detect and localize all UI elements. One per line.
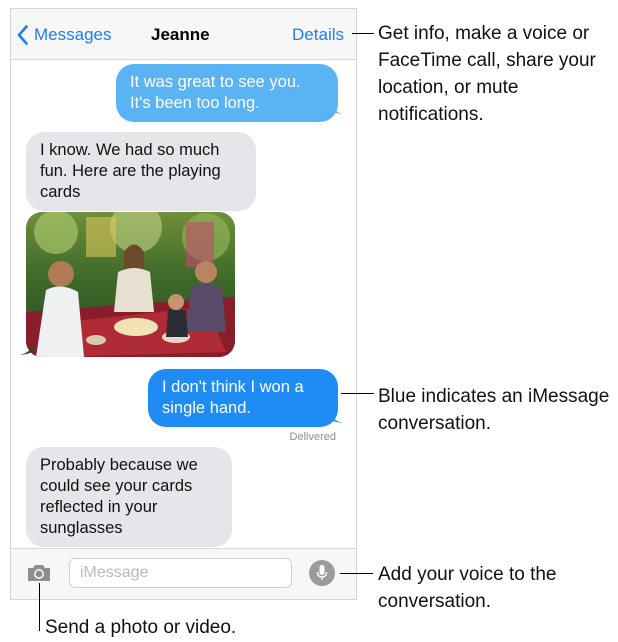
bubble-tail	[20, 342, 34, 355]
callout-line	[340, 573, 373, 574]
photo-image	[26, 212, 235, 357]
photo-callout: Send a photo or video.	[45, 617, 237, 638]
received-message-bubble: I know. We had so much fun. Here are the…	[26, 132, 256, 211]
camera-icon[interactable]	[26, 563, 52, 583]
photo-message[interactable]	[26, 212, 235, 357]
message-input-bar	[11, 548, 356, 599]
details-callout: Get info, make a voice or FaceTime call,…	[378, 23, 596, 125]
details-button[interactable]: Details	[292, 25, 344, 45]
microphone-icon	[316, 565, 328, 580]
received-message-bubble: Probably because we could see your cards…	[26, 447, 232, 547]
delivered-status: Delivered	[289, 431, 336, 443]
blue-callout: Blue indicates an iMessage conversation.	[378, 386, 610, 434]
callout-line	[341, 393, 374, 394]
back-button-label: Messages	[34, 25, 112, 44]
back-button[interactable]: Messages	[17, 23, 111, 47]
callout-line	[39, 583, 40, 631]
sent-message-bubble: It was great to see you. It's been too l…	[116, 64, 338, 122]
bubble-tail	[329, 101, 343, 114]
microphone-button[interactable]	[309, 560, 335, 586]
sent-message-bubble: I don't think I won a single hand.	[148, 369, 338, 427]
messages-screen: Messages Jeanne Details It was great to …	[10, 8, 357, 600]
conversation-title: Jeanne	[151, 25, 210, 44]
chevron-left-icon	[17, 25, 28, 45]
callout-line	[352, 33, 374, 34]
imessage-input[interactable]	[69, 558, 292, 588]
navigation-bar: Messages Jeanne Details	[11, 9, 356, 60]
bubble-tail	[329, 410, 343, 423]
voice-callout: Add your voice to the conversation.	[378, 564, 557, 612]
